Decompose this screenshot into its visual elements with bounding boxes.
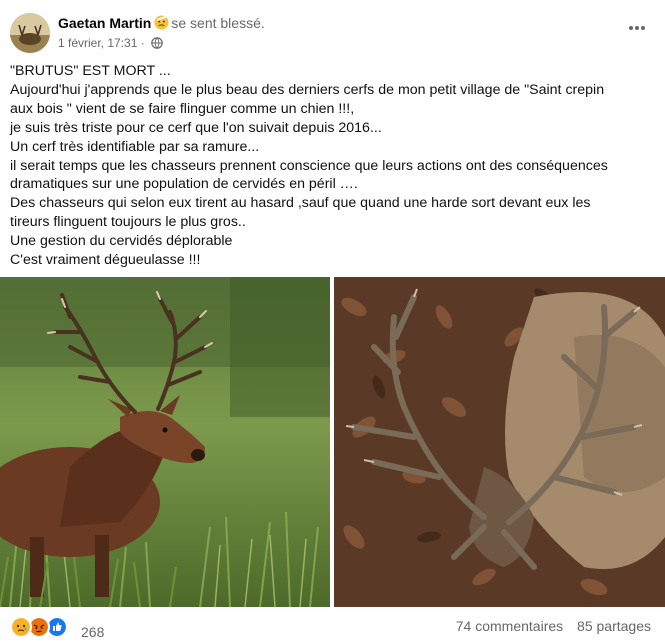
reaction-count: 268 — [81, 624, 105, 640]
shares-count-link[interactable]: 85 partages — [577, 618, 651, 634]
post-line: "BRUTUS" EST MORT ... — [10, 63, 171, 79]
post-footer: 268 74 commentaires 85 partages — [0, 610, 665, 643]
avatar[interactable] — [10, 13, 50, 53]
post-text: "BRUTUS" EST MORT ... Aujourd'hui j'appr… — [10, 62, 655, 270]
more-options-icon[interactable] — [627, 22, 647, 34]
post-line: Des chasseurs qui selon eux tirent au ha… — [10, 195, 591, 212]
hurt-face-emoji-icon — [154, 15, 169, 30]
post-header: Gaetan Martin se sent blessé. 1 février,… — [10, 12, 655, 56]
living-stag-photo[interactable] — [0, 277, 330, 607]
facebook-post: Gaetan Martin se sent blessé. 1 février,… — [0, 0, 665, 643]
timestamp[interactable]: 1 février, 17:31 — [58, 36, 137, 50]
post-line: tireurs flinguent toujours le plus gros.… — [10, 214, 246, 231]
post-line: Un cerf très identifiable par sa ramure.… — [10, 138, 260, 155]
post-line: dramatiques sur une population de cervid… — [10, 176, 358, 193]
post-line: il serait temps que les chasseurs prenne… — [10, 157, 608, 174]
sad-reaction-icon — [10, 616, 32, 638]
comments-count-link[interactable]: 74 commentaires — [456, 618, 563, 634]
meta-separator: · — [140, 36, 145, 50]
author-line: Gaetan Martin se sent blessé. — [58, 15, 265, 31]
engagement-stats: 74 commentaires 85 partages — [446, 618, 651, 634]
globe-icon — [151, 37, 163, 49]
author-name[interactable]: Gaetan Martin — [58, 15, 151, 31]
feeling-text: se sent blessé. — [171, 15, 265, 31]
dead-stag-photo[interactable] — [334, 277, 665, 607]
post-line: Une gestion du cervidés déplorable — [10, 233, 233, 250]
post-meta: 1 février, 17:31 · — [58, 36, 163, 50]
post-line: C'est vraiment dégueulasse !!! — [10, 252, 201, 269]
post-line: Aujourd'hui j'apprends que le plus beau … — [10, 81, 605, 98]
post-line: aux bois " vient de se faire flinguer co… — [10, 100, 355, 117]
post-line: je suis très triste pour ce cerf que l'o… — [10, 119, 382, 136]
